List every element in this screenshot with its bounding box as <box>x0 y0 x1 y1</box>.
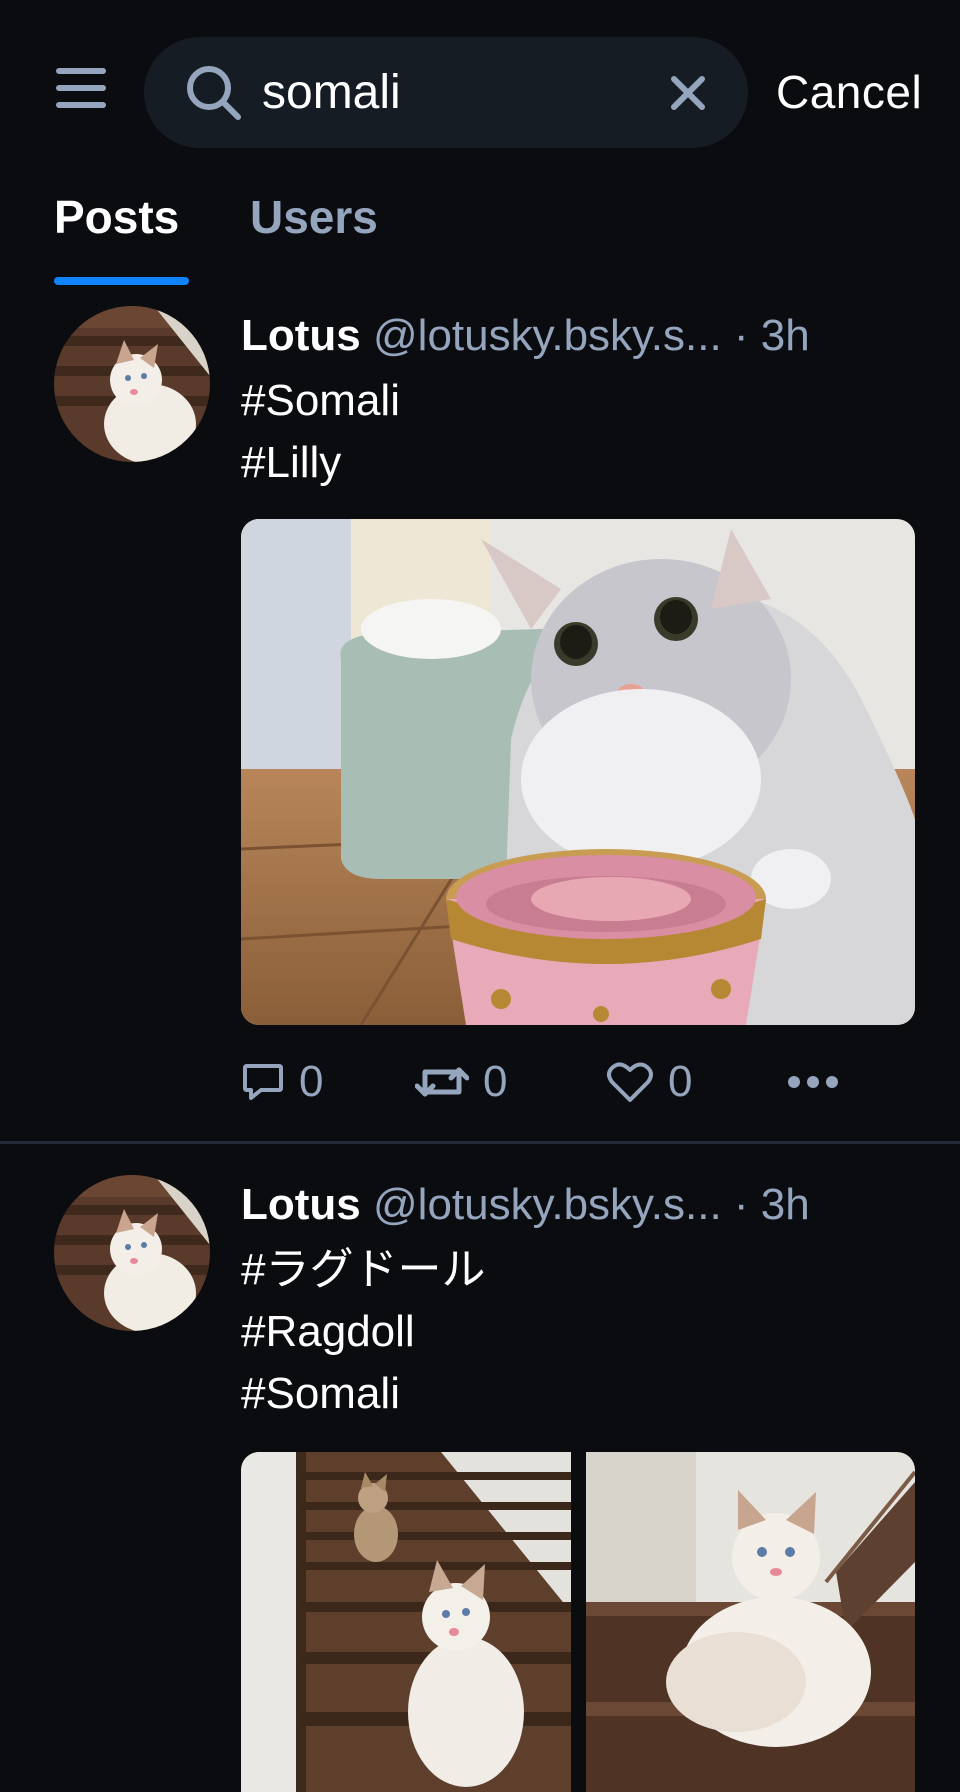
hamburger-menu-icon <box>56 68 106 74</box>
post-time: · 3h <box>733 311 810 360</box>
ragdoll-on-stairs-image <box>586 1452 915 1792</box>
post-image[interactable] <box>586 1452 915 1792</box>
post-image[interactable] <box>241 519 915 1025</box>
like-button[interactable]: 0 <box>606 1052 692 1112</box>
search-box[interactable] <box>144 37 748 148</box>
post-divider <box>0 1141 960 1144</box>
author-handle[interactable]: @lotusky.bsky.s... <box>373 1180 722 1229</box>
post-actions: 0 0 0 <box>241 1052 861 1112</box>
post-header: Lotus @lotusky.bsky.s... · 3h <box>241 1175 810 1235</box>
author-name[interactable]: Lotus <box>241 1180 361 1229</box>
hashtag-link[interactable]: #ラグドール <box>241 1239 485 1301</box>
reply-count: 0 <box>299 1057 324 1106</box>
post-time: · 3h <box>733 1180 810 1229</box>
more-dots-icon <box>788 1076 838 1088</box>
hashtag-link[interactable]: #Lilly <box>241 432 341 494</box>
post-card[interactable]: Lotus @lotusky.bsky.s... · 3h #ラグドール #Ra… <box>0 1160 960 1792</box>
search-icon <box>187 66 241 120</box>
tab-posts[interactable]: Posts <box>54 190 179 244</box>
heart-icon <box>607 1062 653 1102</box>
repost-count: 0 <box>483 1057 508 1106</box>
search-input[interactable] <box>262 59 692 125</box>
avatar[interactable] <box>54 1175 210 1331</box>
post-header: Lotus @lotusky.bsky.s... · 3h <box>241 306 810 366</box>
cancel-button[interactable]: Cancel <box>776 62 922 122</box>
close-icon[interactable] <box>666 71 710 115</box>
author-handle[interactable]: @lotusky.bsky.s... <box>373 311 722 360</box>
more-options-button[interactable] <box>786 1052 840 1112</box>
repost-icon <box>415 1067 469 1097</box>
reply-button[interactable]: 0 <box>241 1052 323 1112</box>
author-name[interactable]: Lotus <box>241 311 361 360</box>
avatar-cat-image <box>54 306 210 462</box>
cats-on-stairs-image <box>241 1452 571 1792</box>
active-tab-indicator <box>54 277 189 285</box>
hashtag-link[interactable]: #Ragdoll <box>241 1301 415 1363</box>
post-image[interactable] <box>241 1452 571 1792</box>
post-card[interactable]: Lotus @lotusky.bsky.s... · 3h #Somali #L… <box>0 290 960 1142</box>
avatar[interactable] <box>54 306 210 462</box>
repost-button[interactable]: 0 <box>415 1052 507 1112</box>
avatar-cat-image <box>54 1175 210 1331</box>
search-tabs: Posts Users <box>0 180 960 290</box>
tab-users[interactable]: Users <box>250 190 378 244</box>
hashtag-link[interactable]: #Somali <box>241 370 400 432</box>
cat-with-bowl-image <box>241 519 915 1025</box>
search-header: Cancel <box>0 0 960 180</box>
reply-bubble-icon <box>243 1064 283 1100</box>
hashtag-link[interactable]: #Somali <box>241 1363 400 1425</box>
menu-button[interactable] <box>54 66 108 110</box>
like-count: 0 <box>668 1057 693 1106</box>
